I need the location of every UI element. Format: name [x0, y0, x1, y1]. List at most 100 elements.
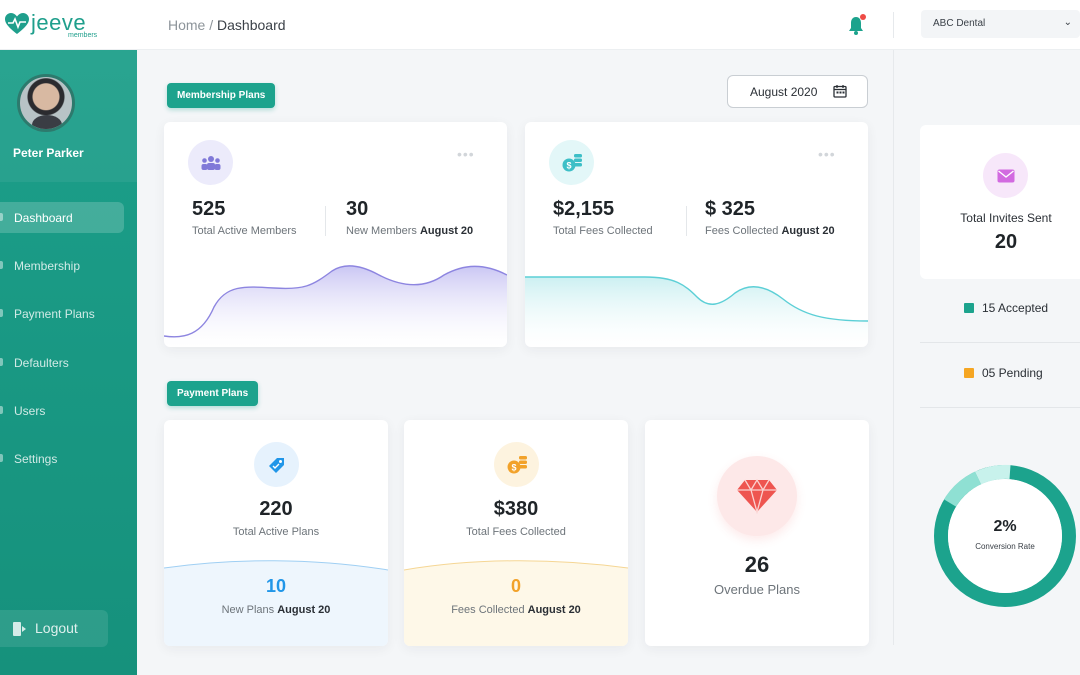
- sidebar-item-users[interactable]: Users: [0, 395, 124, 426]
- breadcrumb-current: Dashboard: [217, 17, 286, 33]
- users-icon: [0, 406, 3, 414]
- group-icon: [201, 155, 220, 170]
- pending-swatch: [964, 368, 974, 378]
- plan-fees-period: August 20: [527, 604, 581, 616]
- dashboard-icon: [0, 213, 3, 221]
- new-members-label-text: New Members: [346, 225, 417, 237]
- period-fees-value: $ 325: [705, 198, 756, 220]
- user-name: Peter Parker: [13, 146, 84, 160]
- overdue-plans-label: Overdue Plans: [714, 582, 800, 597]
- organization-select-value: ABC Dental: [933, 18, 986, 29]
- total-active-members-value: 525: [192, 198, 226, 220]
- heart-pulse-icon: [5, 13, 29, 34]
- overdue-plans-value: 26: [744, 552, 770, 577]
- notification-button[interactable]: [848, 14, 866, 36]
- plan-fees-period-value: 0: [510, 576, 521, 596]
- payment-plans-icon: [0, 309, 3, 317]
- sidebar-item-payment-plans[interactable]: Payment Plans: [0, 298, 124, 329]
- period-fees-label: Fees Collected August 20: [705, 225, 835, 237]
- new-plans-section: 10 New Plans August 20: [164, 560, 388, 646]
- logout-button[interactable]: Logout: [0, 610, 108, 647]
- total-active-members-label: Total Active Members: [192, 225, 297, 237]
- logout-label: Logout: [35, 620, 78, 636]
- conversion-donut-chart: [934, 464, 1076, 607]
- plan-fees-total-label: Total Fees Collected: [466, 526, 566, 538]
- new-members-label: New Members August 20: [346, 225, 473, 237]
- total-fees-value: $2,155: [553, 198, 615, 220]
- membership-plans-chip: Membership Plans: [167, 83, 276, 108]
- new-plans-value: 10: [265, 576, 287, 596]
- sidebar-item-label: Membership: [14, 259, 81, 273]
- members-trend-area: [164, 265, 507, 347]
- sidebar-item-settings[interactable]: Settings: [0, 443, 124, 474]
- header-divider: [893, 12, 894, 38]
- sidebar-item-membership[interactable]: Membership: [0, 250, 124, 281]
- right-panel-divider: [893, 50, 894, 645]
- stat-divider: [686, 206, 687, 236]
- organization-select[interactable]: ABC Dental ⌄: [921, 10, 1080, 38]
- plans-icon-circle: [254, 442, 299, 487]
- active-plans-card: 220 Total Active Plans 10 New Plans Augu…: [164, 420, 388, 646]
- svg-text:$: $: [511, 462, 516, 472]
- brand-logo[interactable]: jeeve members: [4, 10, 114, 40]
- period-fees-period: August 20: [781, 225, 835, 237]
- members-trend-chart: [164, 265, 507, 347]
- logo-subtitle: members: [68, 32, 98, 39]
- new-plans-wave: [164, 560, 388, 646]
- sidebar-item-dashboard[interactable]: Dashboard: [0, 202, 124, 233]
- more-options-icon[interactable]: •••: [818, 146, 836, 162]
- sidebar-item-label: Users: [14, 404, 46, 418]
- plan-fees-card: $ $380 Total Fees Collected 0 Fees Colle…: [404, 420, 628, 646]
- payment-plans-chip: Payment Plans: [167, 381, 259, 406]
- donut-center: [948, 479, 1062, 593]
- total-active-plans-value: 220: [259, 498, 293, 520]
- invites-value: 20: [994, 231, 1018, 253]
- plan-fees-total-value: $380: [493, 498, 539, 520]
- overdue-plans-card: 26 Overdue Plans: [645, 420, 869, 646]
- breadcrumb: Home / Dashboard: [168, 17, 286, 33]
- invites-label: Total Invites Sent: [960, 211, 1052, 225]
- sidebar-item-label: Dashboard: [14, 211, 73, 225]
- new-members-period: August 20: [419, 225, 474, 237]
- conversion-rate-label: Conversion Rate: [975, 542, 1035, 551]
- more-options-icon[interactable]: •••: [457, 146, 475, 162]
- plan-fees-period-section: 0 Fees Collected August 20: [404, 560, 628, 646]
- coins-icon: $: [507, 455, 527, 473]
- new-plans-period: August 20: [277, 604, 331, 616]
- plan-fees-period-label-text: Fees Collected: [451, 604, 525, 616]
- total-fees-label: Total Fees Collected: [553, 225, 653, 237]
- period-fees-label-text: Fees Collected: [705, 225, 779, 237]
- top-bar: jeeve members Home / Dashboard ABC Denta…: [0, 0, 1080, 50]
- total-active-plans-label: Total Active Plans: [232, 526, 320, 538]
- accepted-row: 15 Accepted: [920, 279, 1080, 343]
- new-members-value: 30: [346, 198, 369, 220]
- breadcrumb-separator: /: [209, 17, 214, 33]
- chevron-down-icon: ⌄: [1063, 17, 1072, 28]
- pending-row: 05 Pending: [920, 344, 1080, 408]
- conversion-rate-donut: 2% Conversion Rate: [930, 461, 1080, 611]
- fees-trend-chart: [525, 276, 868, 347]
- accepted-swatch: [964, 303, 974, 313]
- conversion-rate-value: 2%: [993, 518, 1017, 535]
- sidebar-item-label: Payment Plans: [14, 307, 95, 321]
- avatar[interactable]: [17, 74, 75, 132]
- stat-divider: [325, 206, 326, 236]
- fees-trend-area: [525, 277, 868, 347]
- invites-card: Total Invites Sent 20: [920, 125, 1080, 279]
- coins-icon: $: [562, 153, 582, 171]
- date-filter[interactable]: August 2020: [727, 75, 868, 108]
- date-filter-value: August 2020: [750, 85, 818, 99]
- overdue-icon-circle: [717, 456, 797, 536]
- notification-dot: [860, 14, 866, 20]
- breadcrumb-home[interactable]: Home: [168, 17, 205, 33]
- defaulters-icon: [0, 358, 3, 366]
- sidebar-item-label: Settings: [14, 452, 58, 466]
- mail-icon: [997, 169, 1014, 182]
- invites-icon-circle: [983, 153, 1028, 198]
- sidebar-item-defaulters[interactable]: Defaulters: [0, 347, 124, 378]
- user-profile: Peter Parker: [0, 50, 137, 182]
- pending-label: 05 Pending: [982, 366, 1043, 380]
- sidebar-item-label: Defaulters: [14, 356, 69, 370]
- accepted-label: 15 Accepted: [982, 301, 1049, 315]
- new-plans-label-text: New Plans: [221, 604, 275, 616]
